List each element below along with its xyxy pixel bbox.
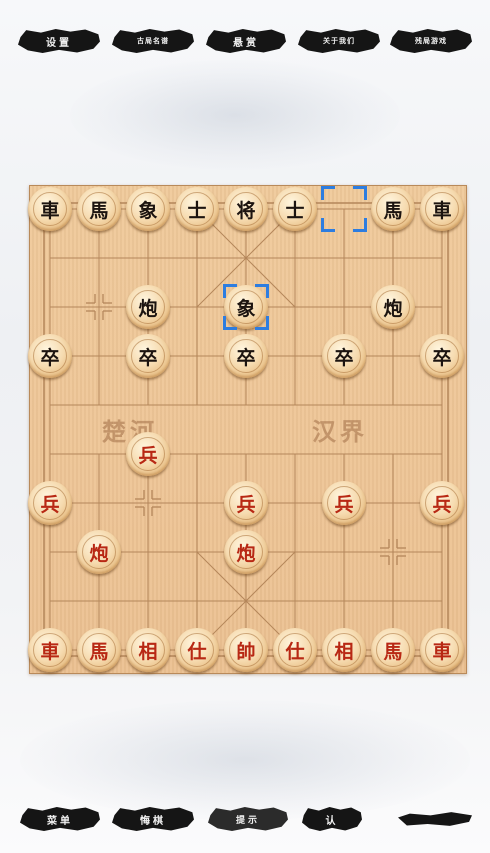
piece-label: 車 xyxy=(40,640,60,663)
piece-label: 馬 xyxy=(383,640,403,663)
red-piece[interactable]: 炮 xyxy=(224,530,268,574)
black-piece[interactable]: 車 xyxy=(420,187,464,231)
piece-label: 卒 xyxy=(138,346,158,369)
piece-label: 相 xyxy=(138,640,158,663)
hint-button[interactable]: 提示 xyxy=(208,807,288,831)
red-piece[interactable]: 相 xyxy=(322,628,366,672)
piece-label: 兵 xyxy=(432,493,452,516)
red-piece[interactable]: 兵 xyxy=(322,481,366,525)
board-grid xyxy=(43,202,449,657)
about-us-button[interactable]: 关于我们 xyxy=(298,29,380,53)
black-piece[interactable]: 卒 xyxy=(28,334,72,378)
black-piece[interactable]: 士 xyxy=(273,187,317,231)
extra-button[interactable] xyxy=(398,812,472,826)
piece-label: 兵 xyxy=(236,493,256,516)
piece-label: 炮 xyxy=(89,542,109,565)
piece-label: 炮 xyxy=(236,542,256,565)
black-piece[interactable]: 炮 xyxy=(126,285,170,329)
piece-label: 炮 xyxy=(138,297,158,320)
piece-label: 卒 xyxy=(236,346,256,369)
red-piece[interactable]: 車 xyxy=(420,628,464,672)
black-piece[interactable]: 馬 xyxy=(77,187,121,231)
black-piece[interactable]: 卒 xyxy=(126,334,170,378)
piece-label: 兵 xyxy=(40,493,60,516)
red-piece[interactable]: 車 xyxy=(28,628,72,672)
piece-label: 車 xyxy=(40,199,60,222)
black-piece[interactable]: 炮 xyxy=(371,285,415,329)
red-piece[interactable]: 兵 xyxy=(420,481,464,525)
black-piece[interactable]: 象 xyxy=(126,187,170,231)
endgame-button[interactable]: 残局游戏 xyxy=(390,29,472,53)
piece-label: 車 xyxy=(432,199,452,222)
piece-label: 士 xyxy=(285,199,305,222)
red-piece[interactable]: 相 xyxy=(126,628,170,672)
piece-label: 象 xyxy=(138,199,158,222)
piece-label: 帥 xyxy=(236,640,256,663)
mist-decoration xyxy=(70,60,400,170)
black-piece[interactable]: 象 xyxy=(224,285,268,329)
black-piece[interactable]: 卒 xyxy=(224,334,268,378)
mist-decoration xyxy=(20,700,470,820)
piece-label: 卒 xyxy=(432,346,452,369)
red-piece[interactable]: 馬 xyxy=(371,628,415,672)
black-piece[interactable]: 車 xyxy=(28,187,72,231)
red-piece[interactable]: 炮 xyxy=(77,530,121,574)
piece-label: 卒 xyxy=(40,346,60,369)
red-piece[interactable]: 兵 xyxy=(126,432,170,476)
piece-label: 車 xyxy=(432,640,452,663)
ancient-games-button[interactable]: 古局名谱 xyxy=(112,29,194,53)
black-piece[interactable]: 卒 xyxy=(322,334,366,378)
piece-label: 仕 xyxy=(187,640,207,663)
piece-label: 将 xyxy=(236,199,256,222)
resign-button[interactable]: 认 xyxy=(302,807,362,831)
black-piece[interactable]: 馬 xyxy=(371,187,415,231)
undo-button[interactable]: 悔棋 xyxy=(112,807,194,831)
piece-label: 馬 xyxy=(89,640,109,663)
piece-label: 士 xyxy=(187,199,207,222)
red-piece[interactable]: 仕 xyxy=(175,628,219,672)
red-piece[interactable]: 馬 xyxy=(77,628,121,672)
red-piece[interactable]: 兵 xyxy=(28,481,72,525)
menu-button[interactable]: 菜单 xyxy=(20,807,100,831)
piece-label: 卒 xyxy=(334,346,354,369)
piece-label: 兵 xyxy=(138,444,158,467)
piece-label: 象 xyxy=(236,297,256,320)
black-piece[interactable]: 士 xyxy=(175,187,219,231)
black-piece[interactable]: 卒 xyxy=(420,334,464,378)
piece-label: 相 xyxy=(334,640,354,663)
chess-board[interactable]: 楚河 汉界 車馬象士将士馬車炮象炮卒卒卒卒卒兵兵兵兵兵炮炮車馬相仕帥仕相馬車 xyxy=(28,185,467,674)
red-piece[interactable]: 仕 xyxy=(273,628,317,672)
piece-label: 仕 xyxy=(285,640,305,663)
red-piece[interactable]: 兵 xyxy=(224,481,268,525)
red-piece[interactable]: 帥 xyxy=(224,628,268,672)
river-label-han: 汉界 xyxy=(312,417,368,446)
piece-label: 馬 xyxy=(89,199,109,222)
piece-label: 兵 xyxy=(334,493,354,516)
piece-label: 馬 xyxy=(383,199,403,222)
settings-button[interactable]: 设置 xyxy=(18,29,100,53)
piece-label: 炮 xyxy=(383,297,403,320)
black-piece[interactable]: 将 xyxy=(224,187,268,231)
bounty-button[interactable]: 悬赏 xyxy=(206,29,286,53)
